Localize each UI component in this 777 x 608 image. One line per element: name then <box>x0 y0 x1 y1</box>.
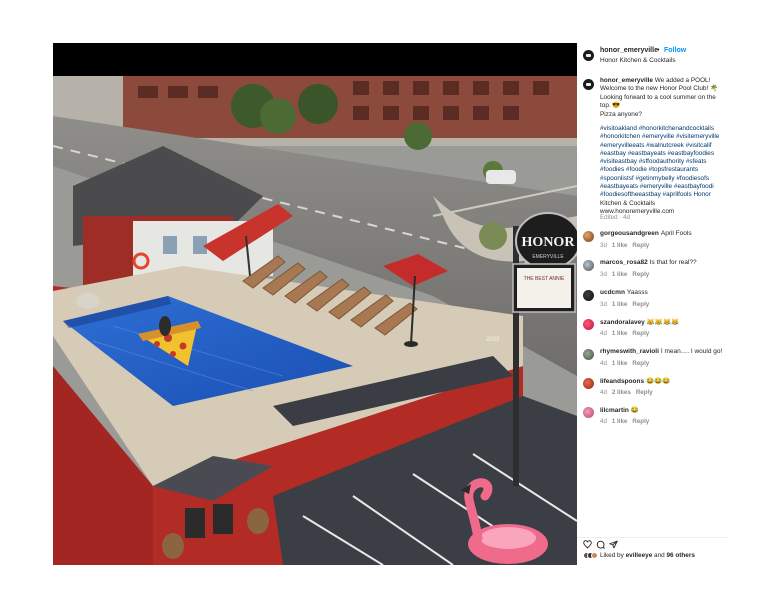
comment-avatar[interactable] <box>583 378 594 389</box>
instagram-post: HONOR EMERYVILLE THE BEST ANNIE 2033 hon… <box>53 43 727 565</box>
caption-line: Kitchen & Cocktails <box>600 199 656 207</box>
liker-username[interactable]: evilleeye <box>626 552 653 559</box>
post-username[interactable]: honor_emeryville <box>600 47 658 54</box>
comment-item: lilcmartin 😂 4d 1 like Reply <box>577 406 727 432</box>
hashtag-line[interactable]: #eastbay #eastbayeats #eastbayfoodies <box>600 150 714 157</box>
comment-time: 4d <box>600 418 607 425</box>
comment-avatar[interactable] <box>583 349 594 360</box>
caption-text: honor_emeryville We added a POOL! Welcom… <box>600 77 727 119</box>
reply-button[interactable]: Reply <box>636 389 653 396</box>
likes-text: Liked by evilleeye and 96 others <box>600 552 695 559</box>
hashtag-line[interactable]: #visiteastbay #sffoodauthority #sfeats <box>600 158 706 165</box>
liker-avatars <box>583 552 599 560</box>
post-side-panel: honor_emeryville • Follow Honor Kitchen … <box>577 43 727 565</box>
sign-small-text: EMERYVILLE <box>532 254 564 260</box>
post-location[interactable]: Honor Kitchen & Cocktails <box>600 57 676 64</box>
comment-avatar[interactable] <box>583 290 594 301</box>
comment-username[interactable]: lilcmartin <box>600 407 629 414</box>
sign-text: HONOR <box>522 235 576 250</box>
comment-username[interactable]: lifeandspoons <box>600 378 644 385</box>
comment-time: 3d <box>600 301 607 308</box>
comment-time: 3d <box>600 271 607 278</box>
reply-button[interactable]: Reply <box>632 330 649 337</box>
comment-username[interactable]: rhymeswith_ravioli <box>600 348 659 355</box>
likes-count[interactable]: 96 others <box>666 552 694 559</box>
comment-time: 4d <box>600 330 607 337</box>
post-photo[interactable]: HONOR EMERYVILLE THE BEST ANNIE 2033 <box>53 43 577 565</box>
comment-text: Is that for real?? <box>649 259 697 266</box>
caption-line: top. 😎 <box>600 102 621 110</box>
comment-time: 4d <box>600 360 607 367</box>
comment-username[interactable]: ucdcmn <box>600 289 625 296</box>
comment-username[interactable]: szandoralavey <box>600 319 645 326</box>
caption-avatar[interactable] <box>583 79 594 90</box>
reply-button[interactable]: Reply <box>632 242 649 249</box>
comment-likes[interactable]: 1 like <box>612 242 627 249</box>
reply-button[interactable]: Reply <box>632 271 649 278</box>
caption-username[interactable]: honor_emeryville <box>600 77 653 84</box>
comment-avatar[interactable] <box>583 319 594 330</box>
hashtag-line[interactable]: #foodies #foodie #topsfrestaurants <box>600 166 698 173</box>
comment-item: szandoralavey 😹😹😹😹 4d 1 like Reply <box>577 318 727 344</box>
comment-item: marcos_rosa82 Is that for real?? 3d 1 like… <box>577 259 727 285</box>
comment-icon[interactable] <box>596 540 605 549</box>
hashtag-line[interactable]: #eastbayeats #emeryville #eastbayfoodi <box>600 183 714 190</box>
comment-text: 😂😂😂 <box>646 378 671 385</box>
caption-hashtags[interactable]: #visitoakland #honorkitchenandcocktails … <box>600 125 727 216</box>
comment-username[interactable]: gorgeousandgreen <box>600 230 659 237</box>
comment-item: rhymeswith_ravioli I mean…. I would go! 4… <box>577 348 727 374</box>
likes-summary[interactable]: Liked by evilleeye and 96 others <box>577 551 727 563</box>
building-number: 2033 <box>486 337 500 343</box>
reply-button[interactable]: Reply <box>632 360 649 367</box>
comment-likes[interactable]: 1 like <box>612 330 627 337</box>
comment-username[interactable]: marcos_rosa82 <box>600 259 648 266</box>
reply-button[interactable]: Reply <box>632 418 649 425</box>
comment-text: 😹😹😹😹 <box>646 319 680 326</box>
comment-avatar[interactable] <box>583 260 594 271</box>
caption-line: Welcome to the new Honor Pool Club! 🌴 <box>600 85 718 93</box>
comment-text: Yaasss <box>626 289 648 296</box>
comment-likes[interactable]: 1 like <box>612 301 627 308</box>
post-caption: honor_emeryville We added a POOL! Welcom… <box>577 77 727 227</box>
comment-likes[interactable]: 2 likes <box>612 389 631 396</box>
reply-button[interactable]: Reply <box>632 301 649 308</box>
caption-line: Looking forward to a cool summer on the <box>600 93 716 101</box>
post-actions <box>577 537 727 549</box>
header-separator: • <box>657 47 660 54</box>
follow-button[interactable]: Follow <box>664 47 686 54</box>
rooftop-pool-image: HONOR EMERYVILLE THE BEST ANNIE 2033 <box>53 76 577 565</box>
comment-text: April Fools <box>660 230 692 237</box>
comment-likes[interactable]: 1 like <box>612 418 627 425</box>
caption-line: Pizza anyone? <box>600 110 642 118</box>
comment-avatar[interactable] <box>583 231 594 242</box>
likes-prefix: Liked by <box>600 552 624 559</box>
hashtag-line[interactable]: #emeryvilleeats #walnutcreek #visitcalif <box>600 142 712 149</box>
comment-time: 3d <box>600 242 607 249</box>
comment-text: I mean…. I would go! <box>660 348 723 355</box>
profile-avatar[interactable] <box>583 50 594 61</box>
comment-item: ucdcmn Yaasss 3d 1 like Reply <box>577 289 727 315</box>
comment-likes[interactable]: 1 like <box>612 360 627 367</box>
comment-text: 😂 <box>630 407 639 414</box>
comment-item: lifeandspoons 😂😂😂 4d 2 likes Reply <box>577 377 727 403</box>
heart-icon[interactable] <box>583 540 592 549</box>
share-icon[interactable] <box>609 540 618 549</box>
hashtag-line[interactable]: #honorkitchen #emeryville #visitemeryvil… <box>600 133 719 140</box>
comment-item: gorgeousandgreen April Fools 3d 1 like Repl… <box>577 230 727 256</box>
comment-avatar[interactable] <box>583 407 594 418</box>
post-header: honor_emeryville • Follow Honor Kitchen … <box>577 43 727 71</box>
hashtag-line[interactable]: #foodiesoftheeastbay #aprilfools Honor <box>600 191 711 198</box>
caption-line: We added a POOL! <box>652 77 711 84</box>
comment-likes[interactable]: 1 like <box>612 271 627 278</box>
likes-joiner: and <box>654 552 665 559</box>
caption-timestamp: Edited · 4d <box>600 214 630 221</box>
comment-time: 4d <box>600 389 607 396</box>
hashtag-line[interactable]: #spoonlistsf #getinmybelly #foodiesofs <box>600 175 709 182</box>
billboard-text: THE BEST ANNIE <box>524 276 565 282</box>
hashtag-line[interactable]: #visitoakland #honorkitchenandcocktails <box>600 125 714 132</box>
